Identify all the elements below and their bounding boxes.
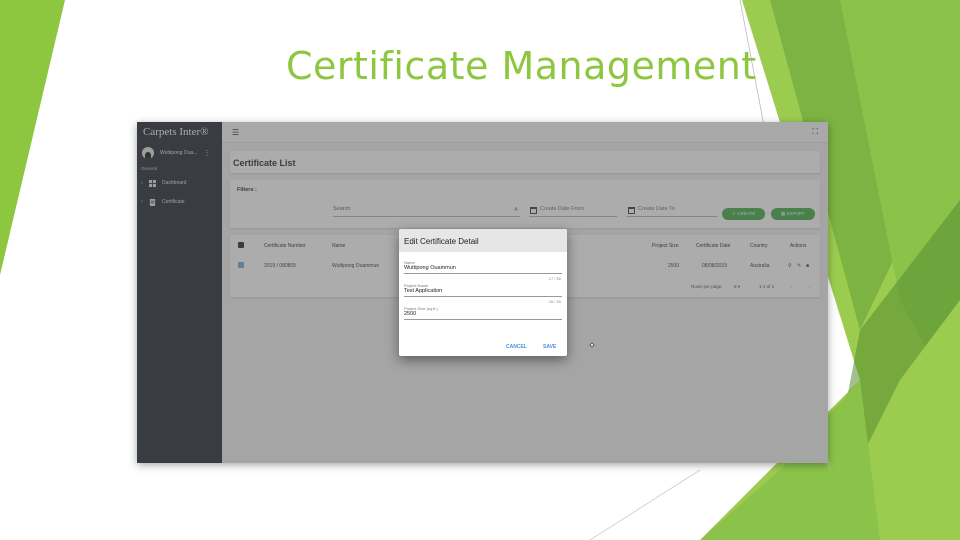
app-screenshot: Carpets Inter® Wuttipong Oua... ⋮ Genera… [137,122,828,463]
dialog-title: Edit Certificate Detail [399,229,567,252]
name-field-counter: 17 / 50 [548,276,561,281]
name-field[interactable]: Wuttipong Ouammun [404,265,456,271]
name-field-underline [404,273,562,274]
slide-title: Certificate Management [286,44,757,88]
save-button[interactable]: SAVE [543,344,556,350]
project-name-field-counter: 16 / 50 [548,299,561,304]
edit-certificate-dialog: Edit Certificate Detail Name Wuttipong O… [399,229,567,356]
cancel-button[interactable]: CANCEL [506,344,527,350]
project-size-field[interactable]: 2500 [404,311,416,317]
project-name-field[interactable]: Test Application [404,288,442,294]
project-name-field-underline [404,296,562,297]
project-size-field-underline [404,319,562,320]
slide: Certificate Management Carpets Inter® Wu… [0,0,960,540]
